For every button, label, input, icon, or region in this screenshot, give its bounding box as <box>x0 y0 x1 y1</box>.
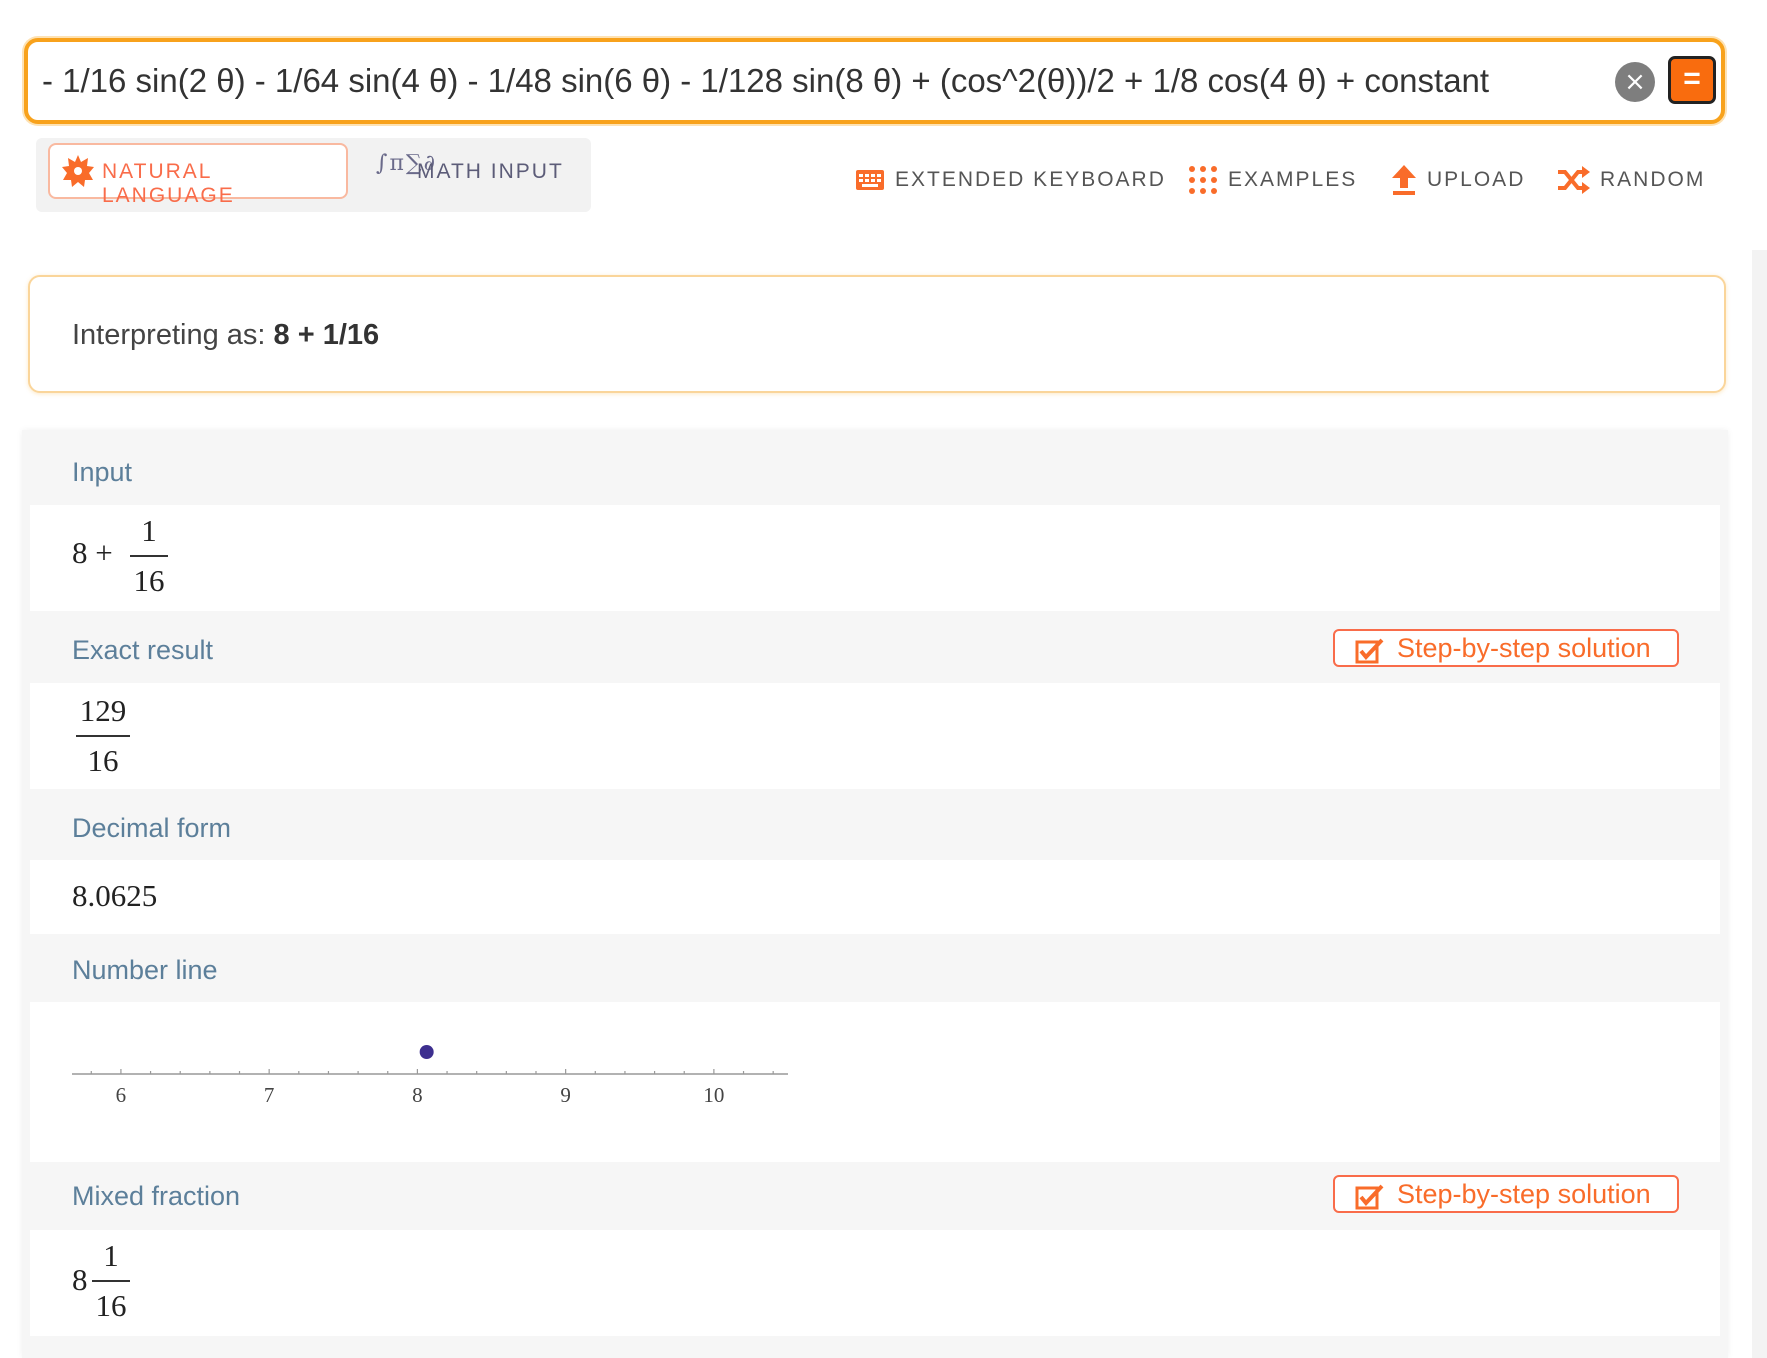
checkbox-icon <box>1355 638 1384 664</box>
clear-icon[interactable]: × <box>1615 62 1655 102</box>
fraction-bar <box>130 555 168 557</box>
grid-dots-icon <box>1189 166 1217 194</box>
keyboard-icon <box>856 170 884 190</box>
extended-keyboard-label: EXTENDED KEYBOARD <box>895 168 1166 191</box>
step-by-step-button[interactable]: Step-by-step solution <box>1333 629 1679 667</box>
extended-keyboard-button[interactable]: EXTENDED KEYBOARD <box>855 160 1166 200</box>
exact-numerator: 129 <box>79 693 127 728</box>
shuffle-icon <box>1558 166 1590 194</box>
page-scroll-edge <box>1752 250 1767 1358</box>
step-by-step-button[interactable]: Step-by-step solution <box>1333 1175 1679 1213</box>
mixed-fraction-pod-body: 8 1 16 <box>30 1230 1720 1336</box>
interpretation-value: 8 + 1/16 <box>273 319 380 351</box>
fraction-bar <box>76 735 130 737</box>
exact-result-pod-body: 129 16 <box>30 683 1720 789</box>
interpretation-text: Interpreting as: 8 + 1/16 <box>72 319 379 352</box>
tick-label: 7 <box>264 1083 275 1107</box>
interpretation-prefix: Interpreting as: <box>72 319 266 351</box>
checkbox-icon <box>1355 1184 1384 1210</box>
number-line-pod-body: 6 7 8 9 10 <box>30 1002 1720 1162</box>
examples-button[interactable]: EXAMPLES <box>1188 160 1357 200</box>
mixed-denominator: 16 <box>95 1288 127 1323</box>
interpretation-box: Interpreting as: 8 + 1/16 <box>28 275 1726 393</box>
mixed-whole: 8 <box>72 1262 88 1297</box>
decimal-value: 8.0625 <box>72 878 158 913</box>
input-whole: 8 + <box>72 535 113 570</box>
random-button[interactable]: RANDOM <box>1556 160 1705 200</box>
step-by-step-label: Step-by-step solution <box>1397 633 1651 663</box>
data-point <box>419 1045 434 1059</box>
search-input[interactable]: - 1/16 sin(2 θ) - 1/64 sin(4 θ) - 1/48 s… <box>42 42 1587 120</box>
input-pod-title: Input <box>72 457 133 487</box>
toolbar: EXTENDED KEYBOARD EXAMPLES UPLOAD RANDOM <box>0 160 1767 200</box>
decimal-form-pod-title: Decimal form <box>72 813 232 843</box>
input-numerator: 1 <box>141 513 157 548</box>
upload-button[interactable]: UPLOAD <box>1391 160 1525 200</box>
tick-label: 8 <box>412 1083 423 1107</box>
search-bar: - 1/16 sin(2 θ) - 1/64 sin(4 θ) - 1/48 s… <box>24 38 1725 124</box>
examples-label: EXAMPLES <box>1228 168 1358 191</box>
upload-label: UPLOAD <box>1427 168 1526 191</box>
input-denominator: 16 <box>133 563 165 598</box>
decimal-form-pod-body: 8.0625 <box>30 860 1720 934</box>
number-line-pod-title: Number line <box>72 955 218 985</box>
fraction-bar <box>92 1280 130 1282</box>
compute-button[interactable]: = <box>1668 56 1716 104</box>
random-label: RANDOM <box>1600 168 1706 191</box>
input-fraction: 1 16 <box>130 513 168 599</box>
mixed-fraction-pod-title: Mixed fraction <box>72 1181 241 1211</box>
mixed-fraction: 1 16 <box>92 1238 130 1324</box>
exact-denominator: 16 <box>87 743 119 778</box>
tick-label: 6 <box>116 1083 127 1107</box>
input-pod-body: 8 + 1 16 <box>30 505 1720 611</box>
step-by-step-label: Step-by-step solution <box>1397 1179 1651 1209</box>
result-pods: Input 8 + 1 16 Exact result Step-by-step… <box>22 430 1728 1358</box>
number-line-chart: 6 7 8 9 10 <box>72 1045 788 1107</box>
exact-result-pod-title: Exact result <box>72 635 214 665</box>
mixed-numerator: 1 <box>103 1238 119 1273</box>
upload-icon <box>1392 165 1416 195</box>
exact-fraction: 129 16 <box>76 693 130 779</box>
tick-label: 9 <box>560 1083 571 1107</box>
tick-label: 10 <box>703 1083 724 1107</box>
